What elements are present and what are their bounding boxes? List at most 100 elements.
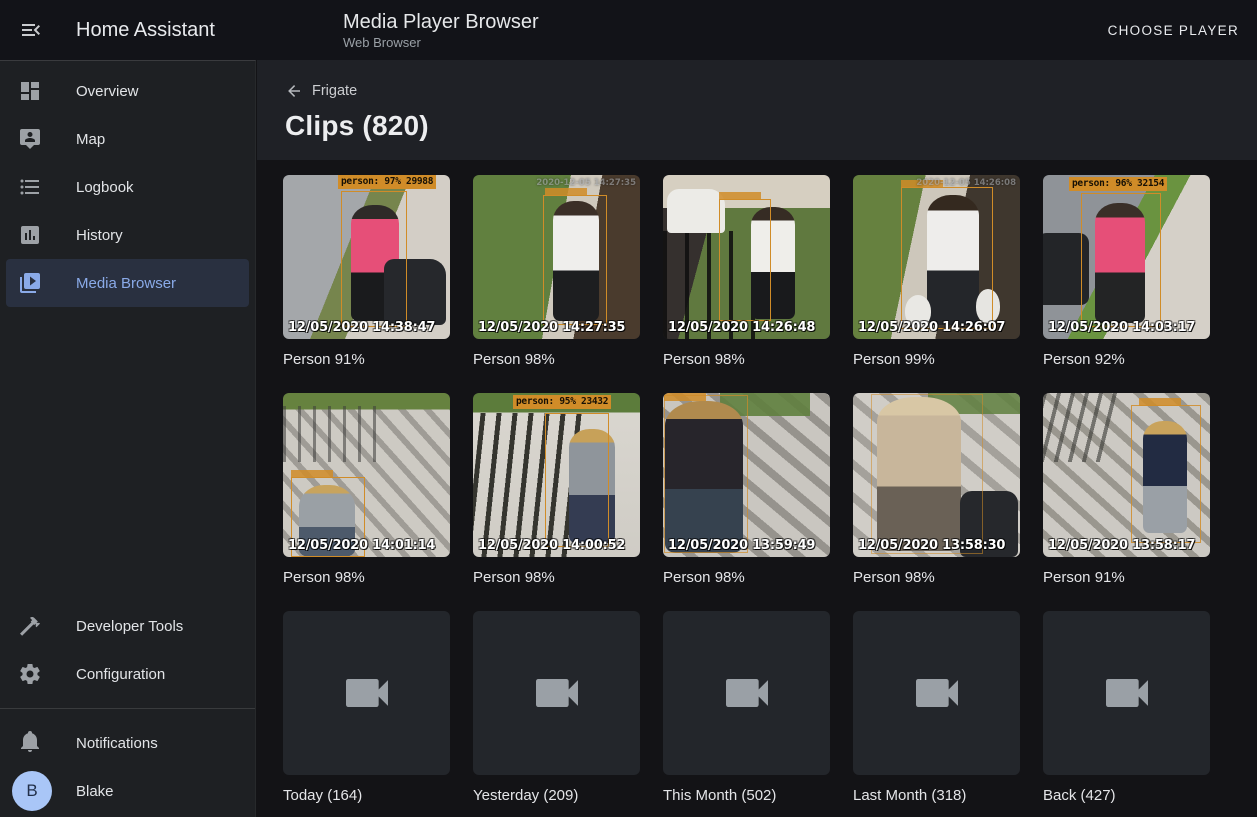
folder-label: Today (164) xyxy=(283,786,450,806)
clip-card[interactable]: 12/05/2020 13:58:17 Person 91% xyxy=(1043,393,1210,588)
clip-caption: Person 91% xyxy=(1043,568,1210,588)
timestamp-overlay: 12/05/2020 14:03:17 xyxy=(1048,320,1195,336)
clip-card[interactable]: person: 96% 32154 12/05/2020 14:03:17 Pers… xyxy=(1043,175,1210,370)
sidebar-spacer xyxy=(0,307,255,602)
clip-thumbnail[interactable]: 12/05/2020 13:59:49 xyxy=(663,393,830,557)
clip-thumbnail[interactable]: 12/05/2020 14:01:14 xyxy=(283,393,450,557)
detection-mini-label xyxy=(1139,398,1181,406)
view-dashboard-icon xyxy=(18,79,42,103)
cog-icon xyxy=(18,662,42,686)
clip-card[interactable]: 2020-12-05 14:27:3512/05/2020 14:27:35 Pe… xyxy=(473,175,640,370)
clip-caption: Person 92% xyxy=(1043,350,1210,370)
sidebar-item-history[interactable]: History xyxy=(6,211,249,259)
arrow-left-icon xyxy=(285,82,303,100)
sidebar-header: Home Assistant xyxy=(0,18,256,42)
app-title: Home Assistant xyxy=(76,19,215,42)
folder-card-yesterday[interactable]: Yesterday (209) xyxy=(473,611,640,806)
clip-card[interactable]: 2020-12-05 14:26:0812/05/2020 14:26:07 Pe… xyxy=(853,175,1020,370)
folder-thumbnail[interactable] xyxy=(853,611,1020,775)
detection-mini-label xyxy=(545,188,587,196)
folder-label: Last Month (318) xyxy=(853,786,1020,806)
folder-thumbnail[interactable] xyxy=(663,611,830,775)
clip-card[interactable]: person: 95% 2343212/05/2020 14:00:52 Pers… xyxy=(473,393,640,588)
clip-caption: Person 98% xyxy=(473,350,640,370)
clip-card[interactable]: 12/05/2020 13:58:30 Person 98% xyxy=(853,393,1020,588)
clip-card[interactable]: person: 97% 2998812/05/2020 14:38:47 Pers… xyxy=(283,175,450,370)
sidebar-item-notifications[interactable]: Notifications xyxy=(6,719,249,767)
media-grid: person: 97% 2998812/05/2020 14:38:47 Pers… xyxy=(257,160,1257,806)
page-header-subtitle: Web Browser xyxy=(343,36,1092,49)
detection-mini-label xyxy=(719,192,761,200)
folder-card-back[interactable]: Back (427) xyxy=(1043,611,1210,806)
folder-card-last-month[interactable]: Last Month (318) xyxy=(853,611,1020,806)
top-app-bar: Home Assistant Media Player Browser Web … xyxy=(0,0,1257,60)
detection-label: person: 96% 32154 xyxy=(1069,177,1167,191)
clip-card[interactable]: 12/05/2020 14:26:48Person 98% xyxy=(663,175,830,370)
list-bulleted-icon xyxy=(18,175,42,199)
clip-card[interactable]: 12/05/2020 14:01:14 Person 98% xyxy=(283,393,450,588)
clip-thumbnail[interactable]: 12/05/2020 13:58:17 xyxy=(1043,393,1210,557)
clip-caption: Person 98% xyxy=(283,568,450,588)
folder-thumbnail[interactable] xyxy=(1043,611,1210,775)
video-icon xyxy=(719,665,775,721)
sidebar-item-user[interactable]: B Blake xyxy=(6,767,249,815)
sidebar-item-map[interactable]: Map xyxy=(6,115,249,163)
scene-prop xyxy=(667,189,725,233)
sidebar-item-label: Media Browser xyxy=(76,275,176,292)
detection-bbox xyxy=(341,191,407,327)
choose-player-button[interactable]: CHOOSE PLAYER xyxy=(1092,15,1255,46)
breadcrumb[interactable]: Frigate xyxy=(285,82,357,100)
clip-thumbnail[interactable]: person: 95% 2343212/05/2020 14:00:52 xyxy=(473,393,640,557)
clip-thumbnail[interactable]: person: 97% 2998812/05/2020 14:38:47 xyxy=(283,175,450,339)
detection-mini-label xyxy=(664,393,706,401)
clip-caption: Person 91% xyxy=(283,350,450,370)
chart-box-icon xyxy=(18,223,42,247)
video-icon xyxy=(909,665,965,721)
folder-thumbnail[interactable] xyxy=(473,611,640,775)
folder-card-today[interactable]: Today (164) xyxy=(283,611,450,806)
folder-thumbnail[interactable] xyxy=(283,611,450,775)
detection-bbox xyxy=(1081,193,1161,327)
clip-thumbnail[interactable]: 2020-12-05 14:27:3512/05/2020 14:27:35 xyxy=(473,175,640,339)
sidebar: OverviewMap Logbook History Media Browser D… xyxy=(0,60,256,817)
clip-caption: Person 99% xyxy=(853,350,1020,370)
detection-bbox xyxy=(871,394,983,554)
video-icon xyxy=(339,665,395,721)
clip-card[interactable]: 12/05/2020 13:59:49Person 98% xyxy=(663,393,830,588)
sidebar-item-media-browser[interactable]: Media Browser xyxy=(6,259,249,307)
clip-thumbnail[interactable]: 12/05/2020 14:26:48 xyxy=(663,175,830,339)
clip-caption: Person 98% xyxy=(473,568,640,588)
detection-bbox xyxy=(901,187,993,329)
clip-thumbnail[interactable]: 12/05/2020 13:58:30 xyxy=(853,393,1020,557)
sidebar-divider xyxy=(0,708,255,709)
sidebar-item-label: Logbook xyxy=(76,179,134,196)
clip-thumbnail[interactable]: 2020-12-05 14:26:0812/05/2020 14:26:07 xyxy=(853,175,1020,339)
bell-icon xyxy=(18,729,42,758)
folder-card-this-month[interactable]: This Month (502) xyxy=(663,611,830,806)
timestamp-overlay: 12/05/2020 14:38:47 xyxy=(288,320,435,336)
sidebar-item-configuration[interactable]: Configuration xyxy=(6,650,249,698)
page-header-title: Media Player Browser xyxy=(343,12,1092,32)
account-location-icon xyxy=(18,127,42,151)
sidebar-item-overview[interactable]: Overview xyxy=(6,67,249,115)
camera-timestamp-top: 2020-12-05 14:26:08 xyxy=(916,178,1016,188)
detection-bbox xyxy=(719,199,771,321)
user-name: Blake xyxy=(76,783,114,800)
detection-mini-label xyxy=(291,470,333,478)
main-content: Frigate Clips (820) person: 97% 2998812/… xyxy=(257,60,1257,817)
video-icon xyxy=(1099,665,1155,721)
sidebar-item-label: Configuration xyxy=(76,666,165,683)
page-title: Clips (820) xyxy=(285,110,1229,142)
hammer-icon xyxy=(18,614,42,638)
media-browser-header: Frigate Clips (820) xyxy=(257,60,1257,160)
sidebar-item-logbook[interactable]: Logbook xyxy=(6,163,249,211)
avatar[interactable]: B xyxy=(12,771,52,811)
timestamp-overlay: 12/05/2020 14:01:14 xyxy=(288,538,435,554)
sidebar-item-developer-tools[interactable]: Developer Tools xyxy=(6,602,249,650)
menu-open-icon[interactable] xyxy=(19,18,43,42)
clip-thumbnail[interactable]: person: 96% 32154 12/05/2020 14:03:17 xyxy=(1043,175,1210,339)
clip-caption: Person 98% xyxy=(853,568,1020,588)
timestamp-overlay: 12/05/2020 14:27:35 xyxy=(478,320,625,336)
sidebar-footer-items: Developer Tools Configuration xyxy=(0,602,255,698)
sidebar-bottom: Developer Tools Configuration Notificatio… xyxy=(0,602,255,817)
